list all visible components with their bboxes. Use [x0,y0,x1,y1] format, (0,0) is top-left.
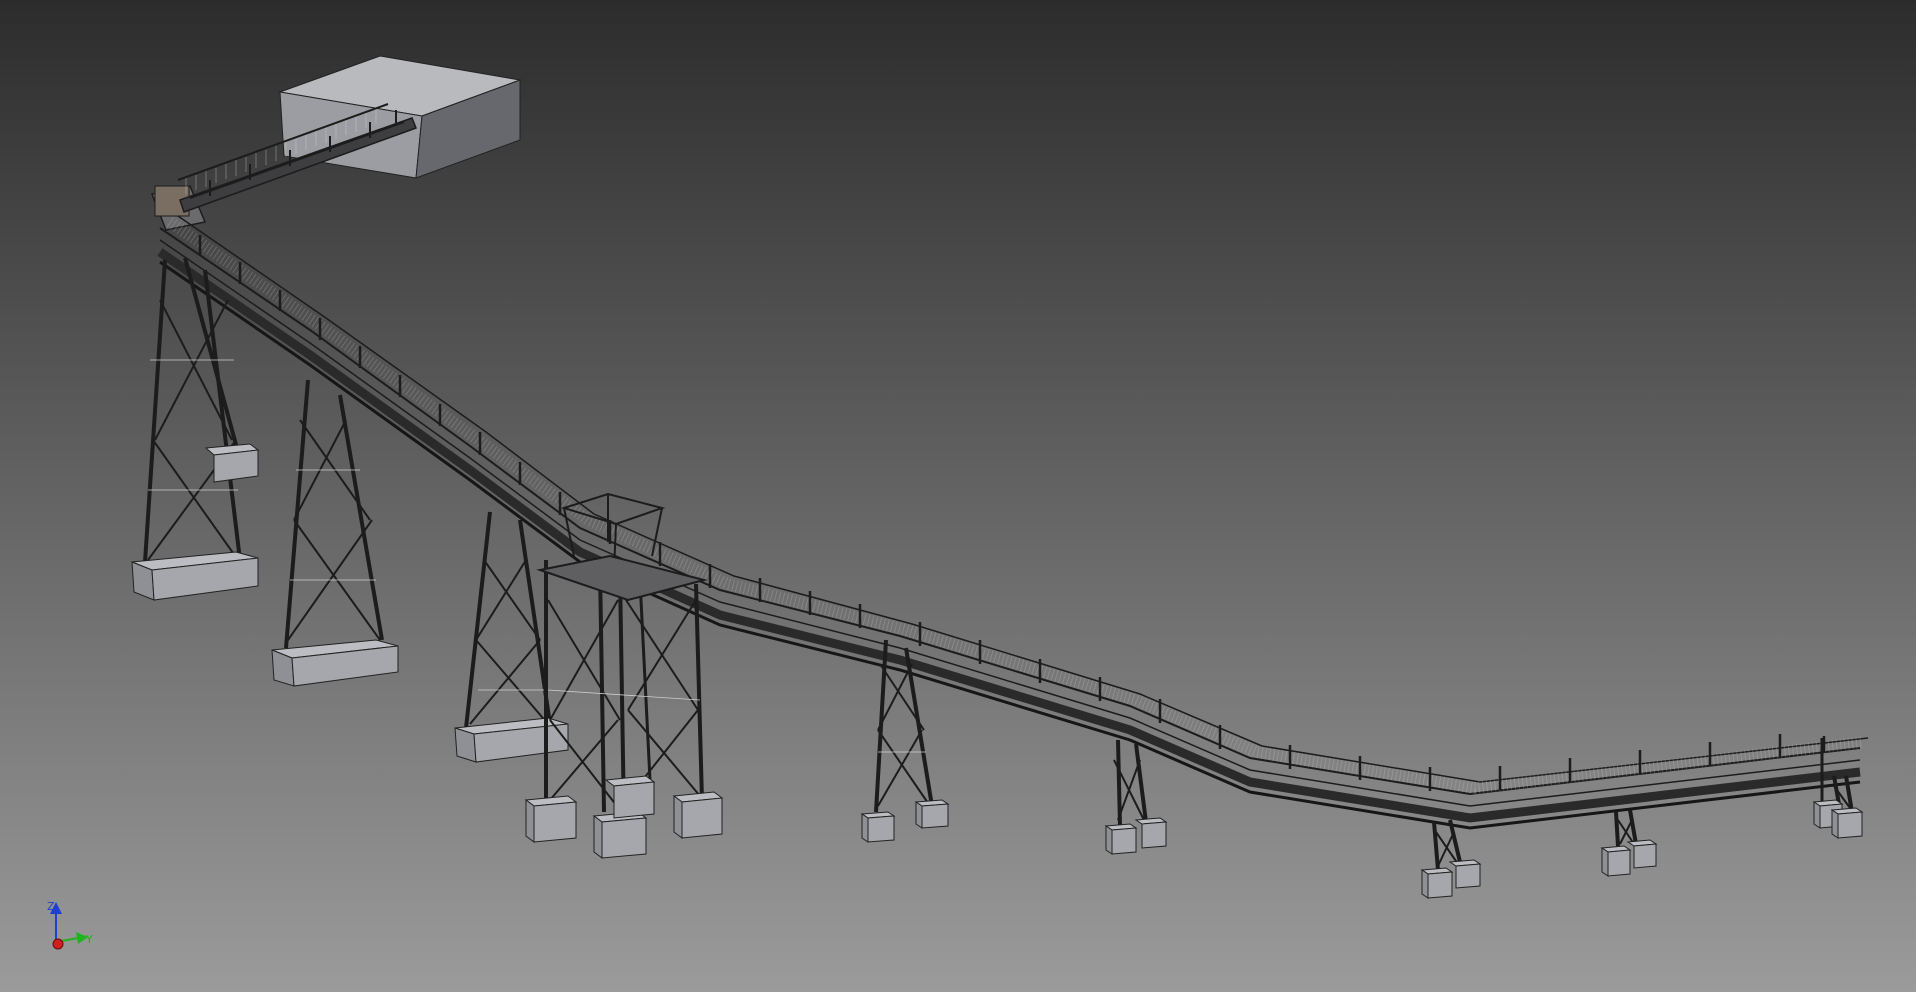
triad-z-label: Z [47,900,55,913]
tower-3[interactable] [464,511,552,729]
footing-6 [1104,817,1168,855]
walkway-bottom-edge [159,260,1861,830]
tower-2[interactable] [284,379,384,649]
walkway-deck [157,248,1861,823]
footing-7 [1420,859,1482,899]
main-walkway[interactable] [157,215,1869,830]
footing-9 [1812,799,1864,839]
axis-triad[interactable]: Z Y [47,900,93,950]
footing-8 [1600,839,1658,877]
tower-1[interactable] [143,257,242,563]
footing-3 [454,717,569,763]
footing-2 [271,639,399,687]
3d-viewport[interactable]: Z Y [0,0,1916,992]
walkway-top-rail [159,227,1861,796]
x-axis-origin-marker [52,938,64,950]
walkway-mesh [166,217,1865,795]
tower-8[interactable] [1614,809,1638,847]
model-scene[interactable]: Z Y [0,0,1916,992]
triad-y-label: Y [85,933,93,946]
walkway-mid-rail [159,239,1861,807]
tower-6[interactable] [1113,739,1148,827]
